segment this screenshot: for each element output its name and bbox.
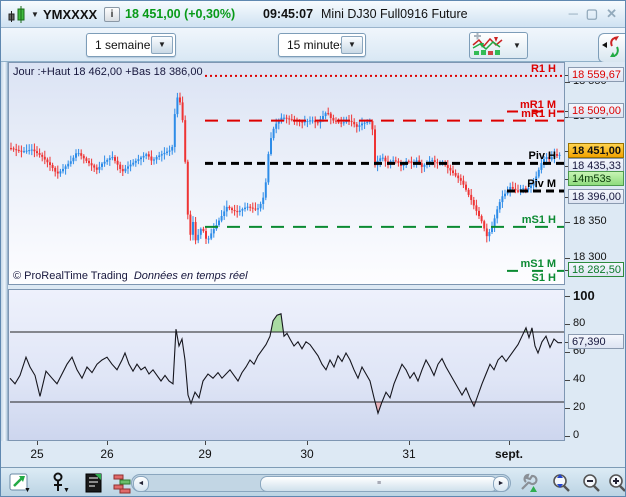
range-caret-icon[interactable]: ▼ [151,36,173,54]
title-bar: ▼ YMXXXX i 18 451,00 (+0,30%) 09:45:07 M… [1,1,625,28]
last-quote: 18 451,00 (+0,30%) [125,7,236,21]
timeframe-select[interactable]: 15 minutes ▼ [278,33,366,57]
time-axis: 25 26 29 30 31 sept. [1,441,625,467]
level-label-ms1-h: mS1 H [521,213,556,226]
info-icon[interactable]: i [104,7,120,22]
level-label-r1-h: R1 H [530,62,556,75]
axis-tick-label: 80 [573,317,586,329]
clock: 09:45:07 [263,7,314,21]
axis-tick-label: 100 [573,288,595,303]
market-depth-button[interactable] [111,472,133,494]
axis-tick-label: 18 300 [573,250,607,263]
scroll-left-button[interactable]: ◄ [133,476,149,492]
zoom-in-button[interactable] [605,472,625,494]
candlestick-chart[interactable] [9,63,564,284]
draw-tools-button[interactable]: ▼ [9,472,31,494]
level-label-piv-h: Piv H [528,150,556,163]
bar-countdown-box: 14m53s [568,171,624,186]
level-value-box: 18 396,00 [568,189,624,205]
level-value-box: 18 282,50 [568,261,624,277]
symbol-dropdown-caret-icon[interactable]: ▼ [31,10,39,19]
cursor-tool-button[interactable]: ▼ [49,472,71,494]
draw-tools-caret-icon[interactable]: ▼ [24,487,31,494]
zoom-fit-button[interactable] [549,472,571,494]
chart-toolbar: 1 semaine ▼ 15 minutes ▼ ▼ [1,28,625,62]
axis-tick-label: 0 [573,429,580,441]
axis-tick-label: 20 [573,401,586,413]
level-label-ms1-m: mS1 M [520,257,556,270]
settings-wrench-button[interactable] [517,472,539,494]
bottom-toolbar: ▼ ▼ ◄ ≡ ► [1,467,625,496]
time-axis-label: 25 [30,447,44,461]
time-axis-label: 29 [198,447,212,461]
chart-style-caret-icon[interactable]: ▼ [507,32,528,59]
close-button[interactable]: ✕ [606,6,619,21]
time-axis-label: 30 [300,447,314,461]
time-scrollbar[interactable]: ◄ ≡ ► [131,474,511,492]
trading-window: ▼ YMXXXX i 18 451,00 (+0,30%) 09:45:07 M… [0,0,626,497]
price-axis: 18 55018 50018 35018 30018 559,6718 509,… [565,62,625,467]
level-value-box: 18 509,00 [568,102,624,118]
level-value-box: 18 559,67 [568,66,624,82]
time-axis-label: 31 [402,447,416,461]
day-high-low-label: Jour :+Haut 18 462,00 +Bas 18 386,00 [13,66,203,78]
level-label-s1-h: S1 H [531,272,556,285]
refresh-arrows-icon [602,36,619,57]
zoom-out-button[interactable] [579,472,601,494]
level-label-piv-m: Piv M [527,178,556,191]
last-price-box: 18 451,00 [568,143,624,159]
time-axis-label: 26 [100,447,114,461]
oscillator-chart[interactable] [9,290,564,440]
range-select[interactable]: 1 semaine ▼ [86,33,176,57]
axis-tick-label: 40 [573,373,586,385]
oscillator-value-box: 67,390 [568,333,624,349]
timeframe-caret-icon[interactable]: ▼ [341,36,363,54]
timeframe-select-value: 15 minutes [287,38,346,52]
scrollbar-grip-icon: ≡ [376,480,382,487]
minimize-button[interactable]: ─ [569,6,580,21]
level-label-mr1-h: mR1 H [521,107,556,120]
oscillator-panel[interactable] [8,289,565,441]
notes-button[interactable] [83,472,105,494]
collapsed-left-splitter[interactable] [1,62,8,467]
scroll-right-button[interactable]: ► [493,476,509,492]
time-axis-label: sept. [494,447,524,461]
side-panel-toggle-button[interactable] [598,33,625,63]
instrument-name: Mini DJ30 Full0916 Future [321,7,468,21]
chart-style-icon [472,32,503,55]
window-buttons: ─ ▢ ✕ [563,6,619,22]
candlestick-logo-icon [7,6,29,28]
maximize-button[interactable]: ▢ [586,6,600,21]
symbol-label: YMXXXX [43,7,98,22]
copyright-label: © ProRealTime Trading Données en temps r… [13,270,248,282]
cursor-tool-caret-icon[interactable]: ▼ [63,487,70,494]
price-chart-panel[interactable]: Jour :+Haut 18 462,00 +Bas 18 386,00 © P… [8,62,565,285]
axis-tick-label: 18 350 [573,215,607,228]
range-select-value: 1 semaine [95,38,151,52]
chart-style-button[interactable] [469,32,509,59]
scrollbar-thumb[interactable]: ≡ [260,476,498,492]
